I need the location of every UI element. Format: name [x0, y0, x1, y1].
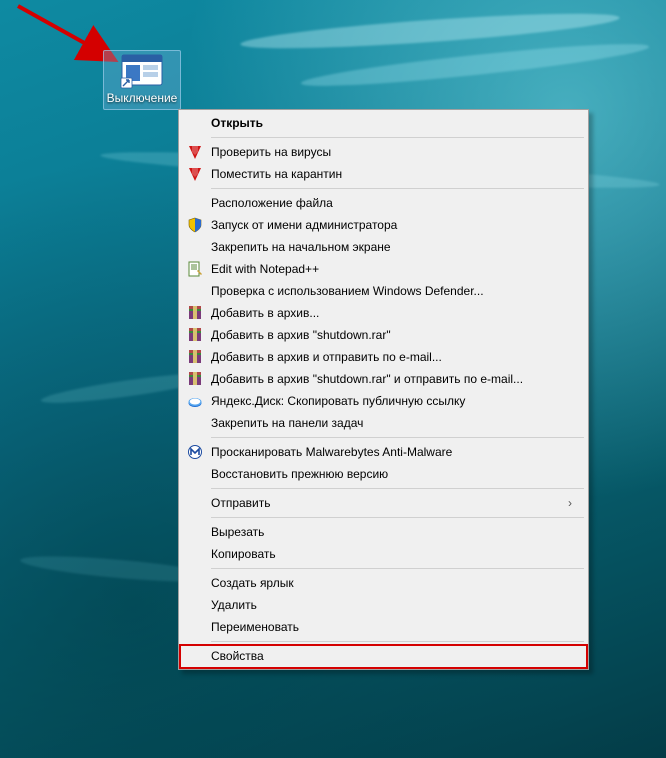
separator	[211, 137, 584, 138]
menu-label: Расположение файла	[211, 196, 576, 210]
menu-yadisk-copy-link[interactable]: Яндекс.Диск: Скопировать публичную ссылк…	[181, 390, 586, 412]
separator	[211, 568, 584, 569]
menu-defender-scan[interactable]: Проверка с использованием Windows Defend…	[181, 280, 586, 302]
menu-label: Проверка с использованием Windows Defend…	[211, 284, 576, 298]
blank-icon	[185, 283, 205, 299]
menu-label: Восстановить прежнюю версию	[211, 467, 576, 481]
blank-icon	[185, 619, 205, 635]
menu-label: Добавить в архив и отправить по e-mail..…	[211, 350, 576, 364]
menu-add-send-email[interactable]: Добавить в архив и отправить по e-mail..…	[181, 346, 586, 368]
menu-copy[interactable]: Копировать	[181, 543, 586, 565]
separator	[211, 641, 584, 642]
winrar-icon	[185, 349, 205, 365]
menu-cut[interactable]: Вырезать	[181, 521, 586, 543]
menu-quarantine[interactable]: Поместить на карантин	[181, 163, 586, 185]
menu-add-archive[interactable]: Добавить в архив...	[181, 302, 586, 324]
shortcut-shutdown[interactable]: Выключение	[103, 50, 181, 110]
menu-file-location[interactable]: Расположение файла	[181, 192, 586, 214]
menu-malwarebytes-scan[interactable]: Просканировать Malwarebytes Anti-Malware	[181, 441, 586, 463]
program-shortcut-icon	[119, 53, 165, 89]
yadisk-icon	[185, 393, 205, 409]
shield-icon	[185, 217, 205, 233]
blank-icon	[185, 115, 205, 131]
menu-label: Добавить в архив...	[211, 306, 576, 320]
menu-label: Просканировать Malwarebytes Anti-Malware	[211, 445, 576, 459]
menu-restore-previous[interactable]: Восстановить прежнюю версию	[181, 463, 586, 485]
menu-label: Яндекс.Диск: Скопировать публичную ссылк…	[211, 394, 576, 408]
winrar-icon	[185, 371, 205, 387]
menu-label: Переименовать	[211, 620, 576, 634]
winrar-icon	[185, 305, 205, 321]
menu-label: Вырезать	[211, 525, 576, 539]
menu-label: Edit with Notepad++	[211, 262, 576, 276]
blank-icon	[185, 575, 205, 591]
winrar-icon	[185, 327, 205, 343]
menu-add-named-send-email[interactable]: Добавить в архив "shutdown.rar" и отправ…	[181, 368, 586, 390]
blank-icon	[185, 415, 205, 431]
menu-label: Копировать	[211, 547, 576, 561]
blank-icon	[185, 239, 205, 255]
menu-label: Свойства	[211, 649, 576, 663]
menu-rename[interactable]: Переименовать	[181, 616, 586, 638]
blank-icon	[185, 597, 205, 613]
blank-icon	[185, 495, 205, 511]
menu-label: Закрепить на панели задач	[211, 416, 576, 430]
menu-label: Открыть	[211, 116, 576, 130]
shortcut-label: Выключение	[106, 91, 178, 105]
kaspersky-icon	[185, 144, 205, 160]
menu-add-archive-named[interactable]: Добавить в архив "shutdown.rar"	[181, 324, 586, 346]
menu-pin-start[interactable]: Закрепить на начальном экране	[181, 236, 586, 258]
menu-scan-virus[interactable]: Проверить на вирусы	[181, 141, 586, 163]
context-menu: Открыть Проверить на вирусы Поместить на…	[178, 109, 589, 670]
menu-label: Добавить в архив "shutdown.rar" и отправ…	[211, 372, 576, 386]
menu-label: Поместить на карантин	[211, 167, 576, 181]
blank-icon	[185, 546, 205, 562]
notepadpp-icon	[185, 261, 205, 277]
blank-icon	[185, 195, 205, 211]
separator	[211, 517, 584, 518]
menu-label: Проверить на вирусы	[211, 145, 576, 159]
separator	[211, 488, 584, 489]
menu-pin-taskbar[interactable]: Закрепить на панели задач	[181, 412, 586, 434]
kaspersky-icon	[185, 166, 205, 182]
chevron-right-icon: ›	[568, 496, 576, 510]
menu-label: Добавить в архив "shutdown.rar"	[211, 328, 576, 342]
menu-delete[interactable]: Удалить	[181, 594, 586, 616]
menu-label: Отправить	[211, 496, 568, 510]
blank-icon	[185, 524, 205, 540]
menu-label: Удалить	[211, 598, 576, 612]
menu-label: Закрепить на начальном экране	[211, 240, 576, 254]
separator	[211, 188, 584, 189]
separator	[211, 437, 584, 438]
menu-label: Запуск от имени администратора	[211, 218, 576, 232]
menu-open[interactable]: Открыть	[181, 112, 586, 134]
menu-run-as-admin[interactable]: Запуск от имени администратора	[181, 214, 586, 236]
malwarebytes-icon	[185, 444, 205, 460]
blank-icon	[185, 466, 205, 482]
blank-icon	[185, 648, 205, 664]
menu-properties[interactable]: Свойства	[181, 645, 586, 667]
desktop[interactable]: Выключение Открыть Проверить на вирусы П…	[0, 0, 666, 758]
menu-create-shortcut[interactable]: Создать ярлык	[181, 572, 586, 594]
menu-label: Создать ярлык	[211, 576, 576, 590]
menu-send-to[interactable]: Отправить ›	[181, 492, 586, 514]
menu-edit-notepadpp[interactable]: Edit with Notepad++	[181, 258, 586, 280]
